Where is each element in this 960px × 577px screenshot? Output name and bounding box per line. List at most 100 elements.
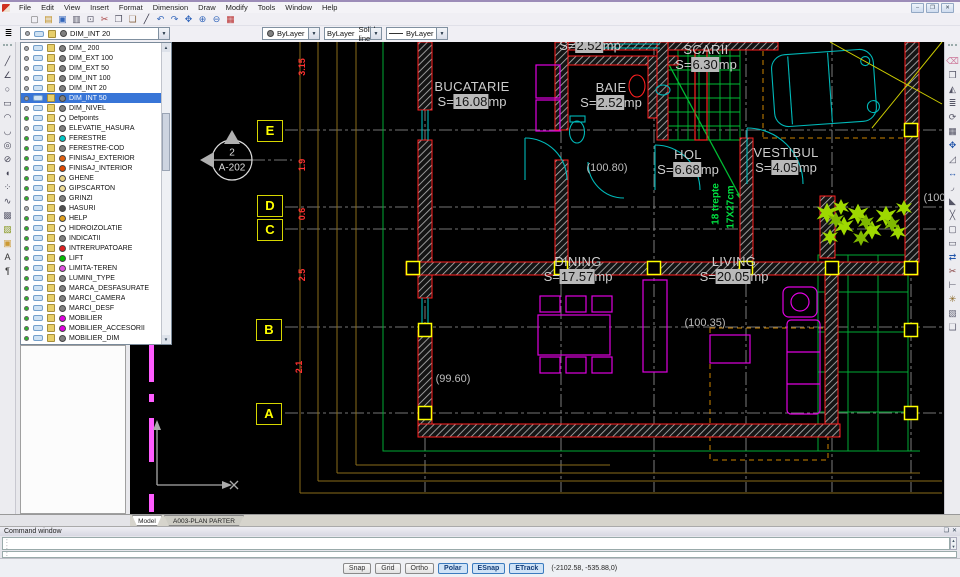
zoom-out-icon[interactable]: ⊖	[210, 14, 223, 25]
spline-icon[interactable]: ∿	[1, 194, 14, 208]
layer-color-swatch[interactable]	[59, 215, 66, 222]
ortho-toggle[interactable]: Ortho	[405, 563, 435, 574]
layer-color-swatch[interactable]	[59, 115, 66, 122]
layer-color-swatch[interactable]	[59, 135, 66, 142]
layer-lock-icon[interactable]	[47, 334, 55, 342]
mirror-icon[interactable]: ◭	[946, 82, 959, 96]
layer-color-swatch[interactable]	[59, 175, 66, 182]
command-input[interactable]: :	[2, 551, 957, 558]
layer-row[interactable]: FERESTRE	[21, 133, 163, 143]
break-icon[interactable]: ╳	[946, 208, 959, 222]
cut-icon[interactable]: ✂	[98, 14, 111, 25]
drawing-canvas[interactable]: BUCATARIE S=16.08mp S=2.52mp BAIE S=2.52…	[130, 42, 944, 514]
layer-combo-arrow-icon[interactable]: ▼	[158, 28, 169, 39]
layer-on-icon[interactable]	[24, 166, 29, 171]
layer-freeze-icon[interactable]	[33, 175, 43, 181]
chamfer-icon[interactable]: ◣	[946, 194, 959, 208]
lineweight-combo[interactable]: ByLayer ▼	[386, 27, 448, 40]
layer-on-icon[interactable]	[24, 316, 29, 321]
layer-freeze-icon[interactable]	[33, 225, 43, 231]
image-icon[interactable]: ▣	[1, 236, 14, 250]
menu-view[interactable]: View	[59, 3, 85, 12]
layer-freeze-icon[interactable]	[33, 255, 43, 261]
layer-color-swatch[interactable]	[59, 295, 66, 302]
color-combo[interactable]: ByLayer ▼	[262, 27, 320, 40]
layer-color-swatch[interactable]	[59, 255, 66, 262]
layer-on-icon[interactable]	[24, 46, 29, 51]
tab-layout[interactable]: A003-PLAN PARTER	[164, 515, 244, 526]
command-scrollbar[interactable]: ▲▼	[950, 537, 957, 550]
layer-on-icon[interactable]	[24, 216, 29, 221]
layer-row[interactable]: DIM_EXT 50	[21, 63, 163, 73]
layer-lock-icon[interactable]	[47, 324, 55, 332]
scroll-down-icon[interactable]: ▼	[162, 335, 170, 344]
layer-freeze-icon[interactable]	[33, 295, 43, 301]
layer-row[interactable]: LIMITA-TEREN	[21, 263, 163, 273]
layer-freeze-icon[interactable]	[33, 55, 43, 61]
layer-lock-icon[interactable]	[47, 154, 55, 162]
etrack-toggle[interactable]: ETrack	[509, 563, 544, 574]
layer-row[interactable]: DIM_NIVEL	[21, 103, 163, 113]
layer-row[interactable]: DIM_INT 20	[21, 83, 163, 93]
linetype-combo-arrow-icon[interactable]: ▼	[370, 28, 381, 39]
layer-combo[interactable]: DIM_INT 20 ▼	[20, 27, 170, 40]
layer-on-icon[interactable]	[24, 296, 29, 301]
layer-lock-icon[interactable]	[47, 84, 55, 92]
rect-tool-icon[interactable]: ▢	[946, 222, 959, 236]
layer-lock-icon[interactable]	[47, 224, 55, 232]
layer-lock-icon[interactable]	[47, 274, 55, 282]
menu-insert[interactable]: Insert	[85, 3, 114, 12]
layer-lock-icon[interactable]	[47, 254, 55, 262]
layer-freeze-icon[interactable]	[33, 335, 43, 341]
menu-window[interactable]: Window	[280, 3, 317, 12]
ellipse-icon[interactable]: ⊘	[1, 152, 14, 166]
menu-draw[interactable]: Draw	[193, 3, 221, 12]
stretch-icon[interactable]: ↔	[946, 166, 959, 180]
layer-on-icon[interactable]	[24, 136, 29, 141]
undo-icon[interactable]: ↶	[154, 14, 167, 25]
line-icon[interactable]: ╱	[1, 54, 14, 68]
layer-row[interactable]: FINISAJ_INTERIOR	[21, 163, 163, 173]
layer-on-icon[interactable]	[24, 86, 29, 91]
layer-freeze-icon[interactable]	[33, 195, 43, 201]
polygon-icon[interactable]: ○	[1, 82, 14, 96]
layer-color-swatch[interactable]	[59, 125, 66, 132]
open-file-icon[interactable]: ▤	[42, 14, 55, 25]
copy-icon[interactable]: ❐	[112, 14, 125, 25]
layer-freeze-icon[interactable]	[33, 75, 43, 81]
layer-on-icon[interactable]	[24, 266, 29, 271]
layer-color-swatch[interactable]	[59, 95, 66, 102]
layer-color-swatch[interactable]	[59, 235, 66, 242]
draw-line-icon[interactable]: ╱	[140, 14, 153, 25]
single-text-icon[interactable]: A	[1, 250, 14, 264]
layer-color-swatch[interactable]	[59, 105, 66, 112]
layer-color-swatch[interactable]	[59, 85, 66, 92]
menu-format[interactable]: Format	[114, 3, 148, 12]
layer-row[interactable]: GHENE	[21, 173, 163, 183]
layer-on-icon[interactable]	[24, 76, 29, 81]
hatch-edit-icon[interactable]: ▧	[946, 306, 959, 320]
layer-freeze-icon[interactable]	[33, 215, 43, 221]
layer-on-icon[interactable]	[24, 126, 29, 131]
layer-lock-icon[interactable]	[47, 204, 55, 212]
layer-lock-icon[interactable]	[47, 64, 55, 72]
layer-on-icon[interactable]	[24, 256, 29, 261]
layer-color-swatch[interactable]	[59, 325, 66, 332]
layer-row[interactable]: FINISAJ_EXTERIOR	[21, 153, 163, 163]
layer-lock-icon[interactable]	[47, 54, 55, 62]
paste-icon[interactable]: ❏	[126, 14, 139, 25]
scroll-up-icon[interactable]: ▲	[162, 43, 170, 52]
layer-color-swatch[interactable]	[59, 165, 66, 172]
layer-lock-icon[interactable]	[47, 234, 55, 242]
layer-lock-icon[interactable]	[47, 144, 55, 152]
layer-color-swatch[interactable]	[59, 155, 66, 162]
layer-row[interactable]: MARCA_DESFASURATE	[21, 283, 163, 293]
layer-color-swatch[interactable]	[59, 55, 66, 62]
layer-color-swatch[interactable]	[59, 245, 66, 252]
print-icon[interactable]: ▥	[70, 14, 83, 25]
zoom-in-icon[interactable]: ⊕	[196, 14, 209, 25]
layer-freeze-icon[interactable]	[33, 285, 43, 291]
layer-on-icon[interactable]	[24, 336, 29, 341]
layer-freeze-icon[interactable]	[33, 325, 43, 331]
snap-toggle[interactable]: Snap	[343, 563, 371, 574]
